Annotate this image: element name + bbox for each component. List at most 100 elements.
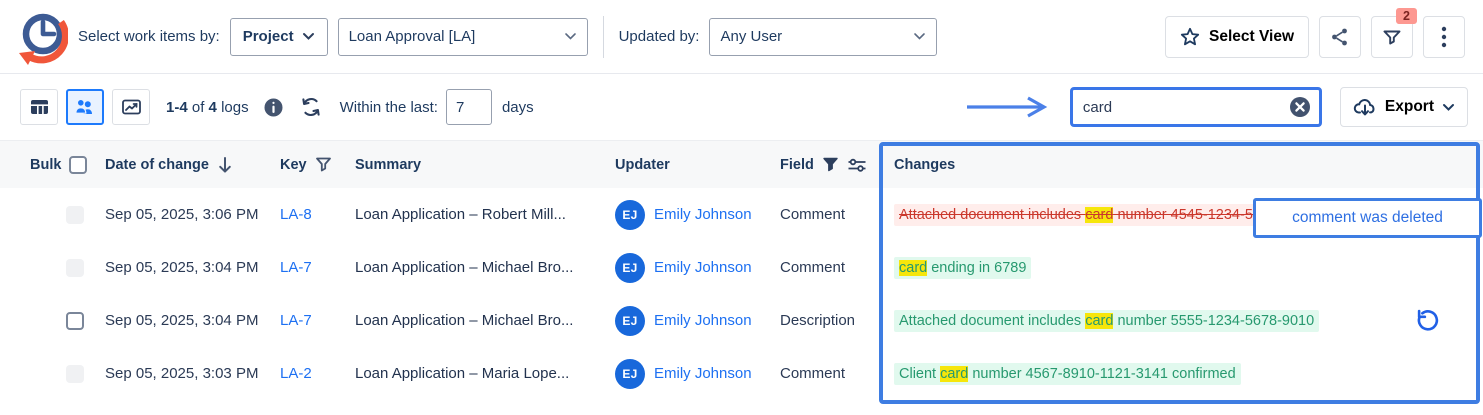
avatar: EJ [615, 306, 645, 336]
search-box [1070, 87, 1322, 127]
changes-header-label: Changes [894, 157, 955, 173]
search-match-highlight: card [1085, 313, 1113, 329]
chevron-down-icon [564, 32, 577, 41]
summary-cell: Loan Application – Robert Mill... [355, 206, 615, 223]
change-suffix: number 5555-1234-5678-9010 [1113, 313, 1314, 329]
date-cell: Sep 05, 2025, 3:04 PM [105, 259, 280, 276]
select-all-checkbox[interactable] [69, 156, 87, 174]
select-by-value: Project [243, 28, 294, 45]
field-cell: Comment [780, 206, 880, 223]
date-header-label: Date of change [105, 157, 209, 173]
field-cell: Description [780, 312, 880, 329]
cloud-download-icon [1353, 97, 1377, 117]
change-prefix: Attached document includes [899, 313, 1085, 329]
logs-range: 1-4 [166, 99, 188, 116]
table-header: Bulk Date of change Key Summary Updater … [0, 140, 1483, 188]
field-settings-sliders-icon[interactable] [847, 157, 867, 173]
share-icon [1330, 27, 1350, 47]
filters-button[interactable]: 2 [1371, 16, 1413, 58]
change-added-text: card ending in 6789 [894, 257, 1031, 279]
change-added-text: Client card number 4567-8910-1121-3141 c… [894, 363, 1241, 385]
more-options-button[interactable] [1423, 16, 1465, 58]
export-label: Export [1385, 98, 1434, 116]
issue-key-link[interactable]: LA-2 [280, 365, 312, 382]
trend-chart-icon [121, 97, 142, 117]
project-dropdown[interactable]: Loan Approval [LA] [338, 18, 588, 56]
bulk-header: Bulk [30, 156, 105, 174]
change-prefix: Client [899, 366, 940, 382]
change-suffix: number 4567-8910-1121-3141 confirmed [968, 366, 1235, 382]
star-icon [1180, 27, 1200, 46]
updater-link[interactable]: Emily Johnson [654, 259, 752, 276]
row-checkbox-disabled [66, 206, 84, 224]
key-filter-funnel-icon[interactable] [315, 156, 332, 173]
row-checkbox-disabled [66, 365, 84, 383]
logs-of: of [192, 99, 205, 116]
key-header-label: Key [280, 157, 307, 173]
logs-unit: logs [221, 99, 249, 116]
change-deleted-text: Attached document includes card number 4… [894, 204, 1287, 226]
refresh-icon[interactable] [300, 96, 322, 118]
chart-view-toggle[interactable] [112, 89, 150, 125]
filter-funnel-icon [1382, 27, 1402, 47]
chevron-down-icon [302, 32, 315, 41]
info-icon[interactable] [263, 97, 284, 118]
days-unit-label: days [502, 99, 534, 116]
row-checkbox[interactable] [66, 312, 84, 330]
date-cell: Sep 05, 2025, 3:06 PM [105, 206, 280, 223]
project-value: Loan Approval [LA] [349, 28, 476, 45]
updater-link[interactable]: Emily Johnson [654, 365, 752, 382]
select-view-label: Select View [1209, 28, 1294, 46]
updated-by-label: Updated by: [619, 28, 700, 45]
filter-toolbar: 1-4 of 4 logs Within the last: days [0, 74, 1483, 140]
select-view-button[interactable]: Select View [1165, 16, 1309, 58]
issue-key-link[interactable]: LA-7 [280, 259, 312, 276]
search-match-highlight: card [1085, 207, 1113, 223]
select-work-items-label: Select work items by: [78, 28, 220, 45]
issue-key-link[interactable]: LA-8 [280, 206, 312, 223]
sort-descending-icon[interactable] [217, 156, 233, 174]
updaters-view-toggle[interactable] [66, 89, 104, 125]
table-view-toggle[interactable] [20, 89, 58, 125]
avatar: EJ [615, 253, 645, 283]
search-match-highlight: card [940, 366, 968, 382]
table-row: Sep 05, 2025, 3:03 PM LA-2 Loan Applicat… [0, 347, 1483, 400]
revert-change-button[interactable] [1416, 308, 1441, 333]
avatar: EJ [615, 359, 645, 389]
summary-cell: Loan Application – Michael Bro... [355, 259, 615, 276]
search-input[interactable] [1073, 99, 1288, 116]
export-button[interactable]: Export [1340, 87, 1468, 127]
date-cell: Sep 05, 2025, 3:03 PM [105, 365, 280, 382]
row-checkbox-disabled [66, 259, 84, 277]
days-input[interactable] [446, 89, 492, 125]
summary-cell: Loan Application – Michael Bro... [355, 312, 615, 329]
select-by-dropdown[interactable]: Project [230, 18, 328, 56]
logs-count: 1-4 of 4 logs [166, 99, 249, 116]
clear-search-button[interactable] [1288, 95, 1312, 119]
field-header-label: Field [780, 157, 814, 173]
divider [603, 16, 604, 58]
updater-link[interactable]: Emily Johnson [654, 206, 752, 223]
annotation-arrow [964, 96, 1054, 118]
summary-header-label: Summary [355, 157, 421, 173]
bulk-header-label: Bulk [30, 157, 61, 173]
app-logo-clock-icon [16, 9, 68, 65]
share-button[interactable] [1319, 16, 1361, 58]
top-toolbar: Select work items by: Project Loan Appro… [0, 0, 1483, 74]
updated-by-dropdown[interactable]: Any User [709, 18, 937, 56]
comment-deleted-annotation: comment was deleted [1253, 198, 1482, 238]
undo-icon [1416, 308, 1441, 333]
table-row: Sep 05, 2025, 3:04 PM LA-7 Loan Applicat… [0, 241, 1483, 294]
change-added-text: Attached document includes card number 5… [894, 310, 1319, 332]
date-cell: Sep 05, 2025, 3:04 PM [105, 312, 280, 329]
change-suffix: ending in 6789 [927, 260, 1026, 276]
field-filter-funnel-icon[interactable] [822, 156, 839, 173]
updater-link[interactable]: Emily Johnson [654, 312, 752, 329]
people-icon [74, 97, 96, 117]
search-match-highlight: card [899, 260, 927, 276]
updated-by-value: Any User [720, 28, 782, 45]
issue-key-link[interactable]: LA-7 [280, 312, 312, 329]
chevron-down-icon [1442, 103, 1455, 112]
within-last-label: Within the last: [340, 99, 438, 116]
chevron-down-icon [913, 32, 926, 41]
